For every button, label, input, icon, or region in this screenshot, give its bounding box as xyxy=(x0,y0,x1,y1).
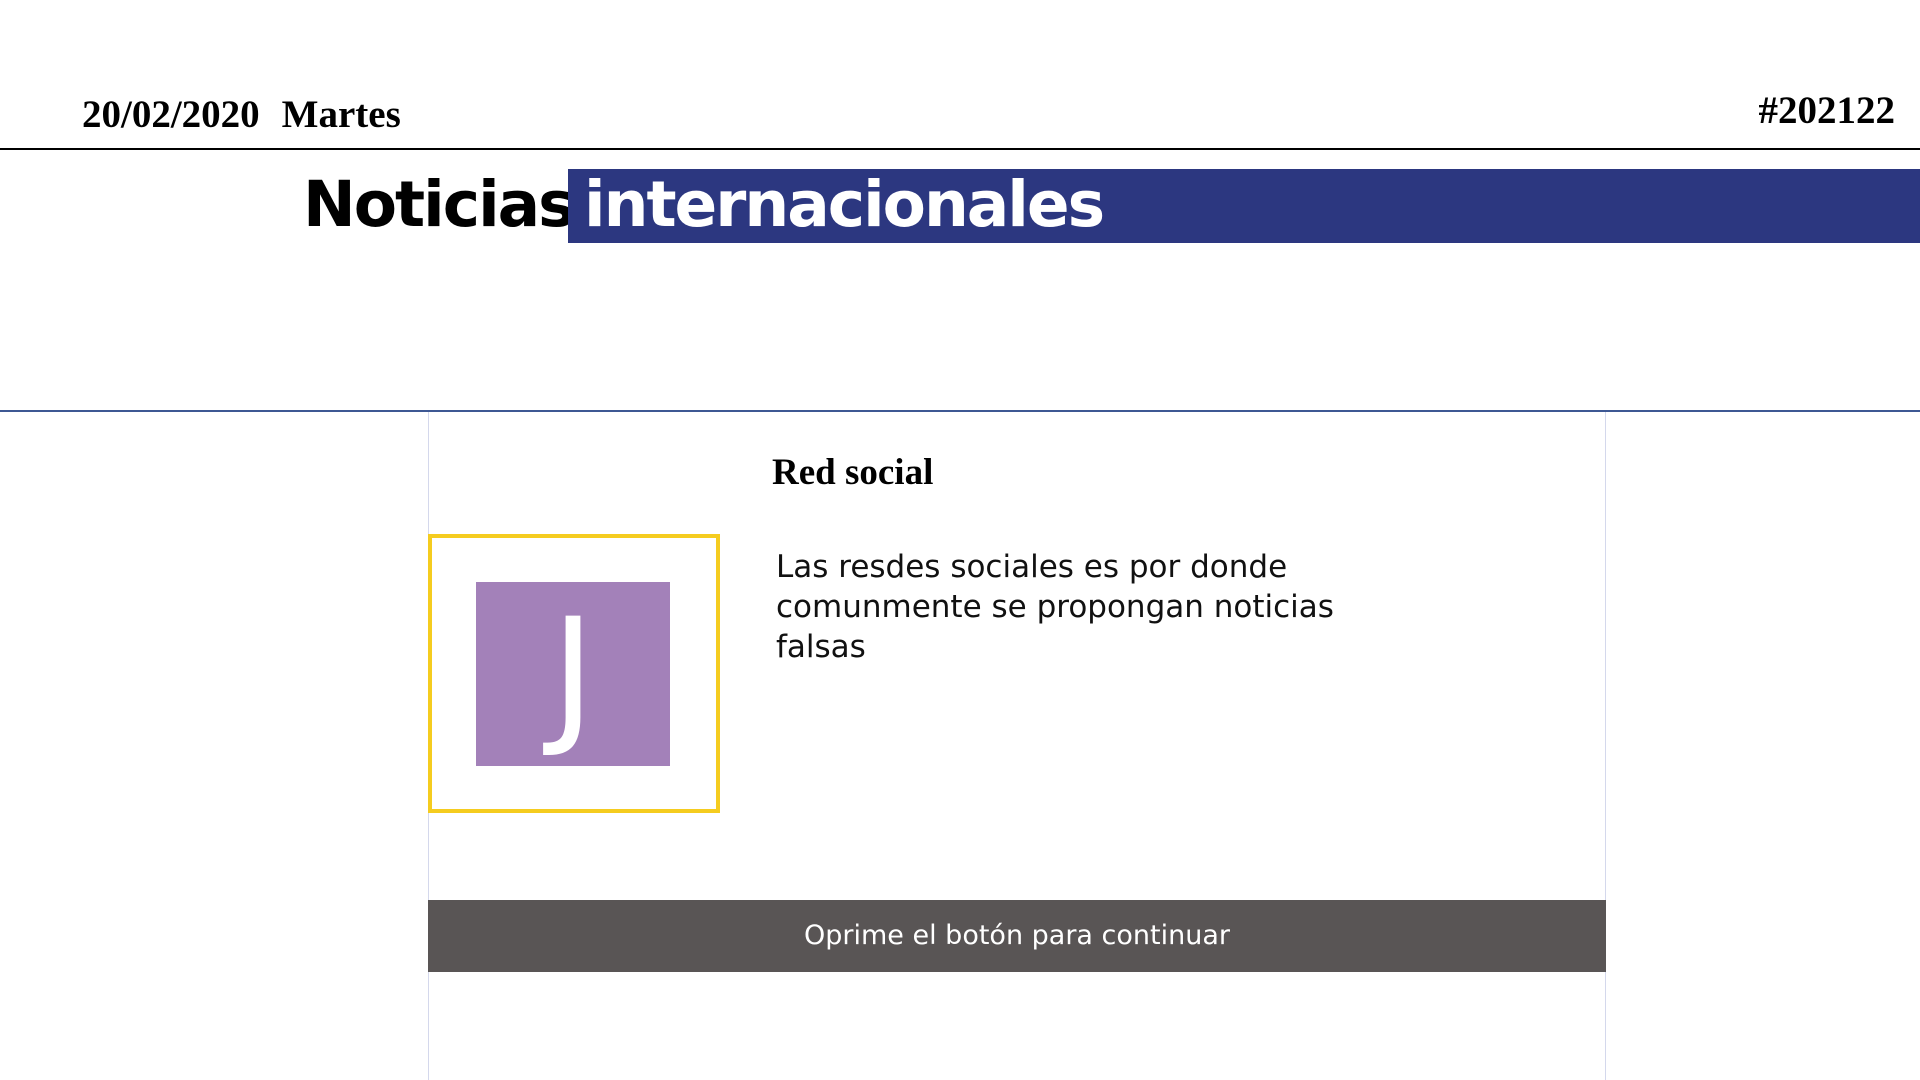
header-divider xyxy=(0,148,1920,150)
page: 20/02/2020 Martes #202122 Noticias intern… xyxy=(0,0,1920,1080)
section-title: Red social xyxy=(772,452,934,493)
masthead-title: Noticias xyxy=(303,168,576,241)
article-body: Las resdes sociales es por donde comunme… xyxy=(776,549,1334,665)
weekday-text: Martes xyxy=(281,93,401,136)
avatar: J xyxy=(476,582,670,766)
date-line: 20/02/2020 Martes xyxy=(82,92,401,137)
section-divider xyxy=(0,410,1920,412)
masthead-subtitle: internacionales xyxy=(584,168,1105,241)
date-text: 20/02/2020 xyxy=(82,93,260,136)
content-guide-right xyxy=(1605,412,1606,1080)
continue-button[interactable]: Oprime el botón para continuar xyxy=(428,900,1606,972)
avatar-frame: J xyxy=(428,534,720,813)
issue-number: #202122 xyxy=(1758,89,1896,132)
